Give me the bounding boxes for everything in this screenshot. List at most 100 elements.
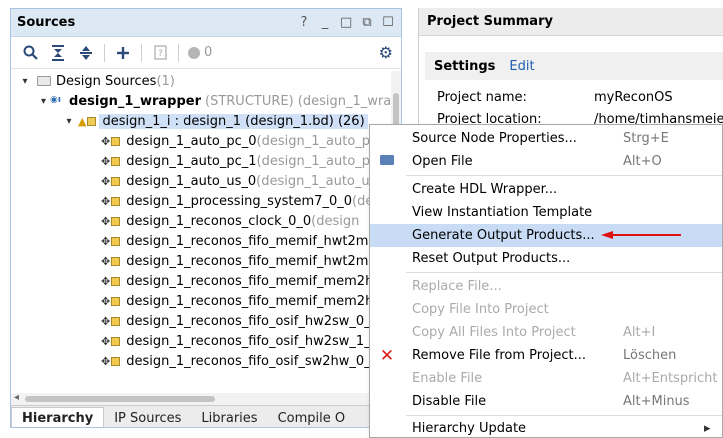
tree-row-block-design[interactable]: ▾ ▲ design_1_i : design_1 (design_1.bd) … xyxy=(11,111,391,131)
menu-item-hierarchy-update[interactable]: Hierarchy Update ▸ xyxy=(370,417,722,437)
chevron-down-icon[interactable]: ▾ xyxy=(63,116,75,127)
tab-libraries[interactable]: Libraries xyxy=(191,407,267,427)
tree-label: design_1_reconos_fifo_osif_sw2hw_0_0 xyxy=(126,353,379,369)
tree-label: design_1_reconos_fifo_osif_hw2sw_1_0 xyxy=(126,333,379,349)
scroll-left-icon[interactable]: ◂ xyxy=(14,392,19,403)
menu-item-label: Hierarchy Update xyxy=(412,421,527,436)
ip-core-icon: ✥ xyxy=(101,235,121,248)
ip-core-icon: ✥ xyxy=(101,215,121,228)
tree-row-ip[interactable]: ✥ design_1_reconos_fifo_osif_sw2hw_0_0 xyxy=(11,351,391,371)
toolbar-divider xyxy=(141,43,142,62)
search-icon[interactable] xyxy=(17,41,43,65)
svg-text:?: ? xyxy=(158,49,163,59)
tree-label: design_1_i : design_1 (design_1.bd) (26) xyxy=(99,113,368,129)
menu-item-copy-all-files: Copy All Files Into Project Alt+I xyxy=(370,321,722,344)
tree-row-ip[interactable]: ✥ design_1_reconos_fifo_osif_hw2sw_0_0 xyxy=(11,311,391,331)
collapse-all-icon[interactable] xyxy=(45,41,71,65)
menu-item-label: Generate Output Products... xyxy=(412,228,595,243)
menu-item-remove-file[interactable]: ✕ Remove File from Project... Löschen xyxy=(370,344,722,367)
remove-icon: ✕ xyxy=(379,345,395,366)
tree-row-ip[interactable]: ✥ design_1_processing_system7_0_0 (de xyxy=(11,191,391,211)
sources-tabs: Hierarchy IP Sources Libraries Compile O xyxy=(11,405,401,427)
toolbar-divider xyxy=(178,43,179,62)
project-name-value: myReconOS xyxy=(594,90,673,105)
ip-core-icon: ✥ xyxy=(101,315,121,328)
chevron-down-icon[interactable]: ▾ xyxy=(41,96,46,107)
tree-row-ip[interactable]: ✥ design_1_auto_pc_0 (design_1_auto_p xyxy=(11,131,391,151)
tree-label: design_1_reconos_fifo_memif_mem2hw xyxy=(126,293,384,309)
menu-item-shortcut: Strg+E xyxy=(623,131,669,146)
project-name-key: Project name: xyxy=(437,90,527,105)
minimize-icon[interactable]: _ xyxy=(319,15,331,30)
ip-core-icon: ✥ xyxy=(101,295,121,308)
tab-ip-sources[interactable]: IP Sources xyxy=(104,407,191,427)
folder-icon xyxy=(37,76,51,86)
tree-label: design_1_wrapper xyxy=(69,93,201,109)
add-sources-icon[interactable] xyxy=(110,41,136,65)
menu-item-label: Remove File from Project... xyxy=(412,348,587,363)
menu-item-create-hdl-wrapper[interactable]: Create HDL Wrapper... xyxy=(370,178,722,201)
menu-item-label: Create HDL Wrapper... xyxy=(412,182,558,197)
tab-hierarchy[interactable]: Hierarchy xyxy=(11,407,105,427)
status-dot-icon xyxy=(188,46,200,59)
properties-icon[interactable]: ? xyxy=(147,41,173,65)
menu-item-view-instantiation-template[interactable]: View Instantiation Template xyxy=(370,201,722,224)
menu-item-label: View Instantiation Template xyxy=(412,205,593,220)
ip-core-icon: ✥ xyxy=(101,155,121,168)
menu-separator xyxy=(406,272,722,273)
tree-row-ip[interactable]: ✥ design_1_reconos_fifo_memif_mem2hw xyxy=(11,271,391,291)
issue-counter[interactable]: 0 xyxy=(188,45,212,60)
tree-row-ip[interactable]: ✥ design_1_reconos_fifo_memif_mem2hw xyxy=(11,291,391,311)
vhdl-file-icon: ◉ı xyxy=(50,95,61,105)
tree-row-design-sources[interactable]: ▾ Design Sources (1) xyxy=(11,71,391,91)
chevron-down-icon[interactable]: ▾ xyxy=(19,76,31,87)
tree-label: Design Sources xyxy=(56,73,157,89)
ip-core-icon: ✥ xyxy=(101,275,121,288)
context-menu: Source Node Properties... Strg+E Open Fi… xyxy=(369,124,723,438)
horizontal-scrollbar[interactable]: ◂ xyxy=(11,392,391,405)
sources-title: Sources xyxy=(17,15,76,30)
issue-count: 0 xyxy=(204,45,213,60)
menu-item-label: Disable File xyxy=(412,394,487,409)
project-name-row: Project name: myReconOS xyxy=(437,90,673,105)
project-summary-title: Project Summary xyxy=(419,8,723,36)
menu-item-shortcut: Alt+Entspricht xyxy=(623,371,718,386)
menu-separator xyxy=(406,175,722,176)
float-icon[interactable]: ⧉ xyxy=(361,15,373,30)
tree-suffix: (design xyxy=(311,213,360,229)
sources-title-bar: Sources ? _ □ ⧉ ☐ xyxy=(11,9,401,37)
menu-item-source-node-properties[interactable]: Source Node Properties... Strg+E xyxy=(370,127,722,150)
menu-item-open-file[interactable]: Open File Alt+O xyxy=(370,150,722,173)
tree-row-ip[interactable]: ✥ design_1_reconos_fifo_osif_hw2sw_1_0 xyxy=(11,331,391,351)
tree-suffix: (STRUCTURE) (design_1_wra xyxy=(205,93,391,109)
menu-item-label: Copy File Into Project xyxy=(412,302,549,317)
chevron-right-icon: ▸ xyxy=(704,421,711,436)
menu-item-reset-output-products[interactable]: Reset Output Products... xyxy=(370,247,722,270)
edit-link[interactable]: Edit xyxy=(509,59,534,74)
tree-label: design_1_auto_pc_0 xyxy=(126,133,257,149)
tree-row-ip[interactable]: ✥ design_1_reconos_fifo_memif_hwt2mem xyxy=(11,251,391,271)
ip-core-icon: ✥ xyxy=(101,195,121,208)
expand-all-icon[interactable] xyxy=(73,41,99,65)
ip-core-icon: ✥ xyxy=(101,175,121,188)
tab-compile-order[interactable]: Compile O xyxy=(268,407,356,427)
help-icon[interactable]: ? xyxy=(298,15,310,30)
tree-label: design_1_auto_pc_1 xyxy=(126,153,257,169)
menu-item-shortcut: Löschen xyxy=(623,348,677,363)
tree-label: design_1_reconos_fifo_memif_hwt2mem xyxy=(126,253,390,269)
tree-row-ip[interactable]: ✥ design_1_auto_pc_1 (design_1_auto_p xyxy=(11,151,391,171)
scrollbar-thumb[interactable] xyxy=(25,396,215,402)
tree-row-ip[interactable]: ✥ design_1_auto_us_0 (design_1_auto_u xyxy=(11,171,391,191)
maximize-icon[interactable]: □ xyxy=(340,15,352,30)
tree-row-ip[interactable]: ✥ design_1_reconos_clock_0_0 (design xyxy=(11,211,391,231)
menu-item-shortcut: Alt+O xyxy=(623,154,662,169)
tree-row-ip[interactable]: ✥ design_1_reconos_fifo_memif_hwt2mem xyxy=(11,231,391,251)
close-panel-icon[interactable]: ☐ xyxy=(382,15,394,30)
tree-suffix: (design_1_auto_p xyxy=(256,153,371,169)
tree-label: design_1_reconos_fifo_osif_hw2sw_0_0 xyxy=(126,313,379,329)
tree-label: design_1_reconos_clock_0_0 xyxy=(126,213,312,229)
menu-item-disable-file[interactable]: Disable File Alt+Minus xyxy=(370,390,722,413)
tree-row-wrapper[interactable]: ▾ ◉ı design_1_wrapper (STRUCTURE) (desig… xyxy=(11,91,391,111)
gear-icon[interactable]: ⚙ xyxy=(379,43,393,62)
sources-panel: Sources ? _ □ ⧉ ☐ ? 0 ⚙ ▾ Design Sources… xyxy=(10,8,402,428)
